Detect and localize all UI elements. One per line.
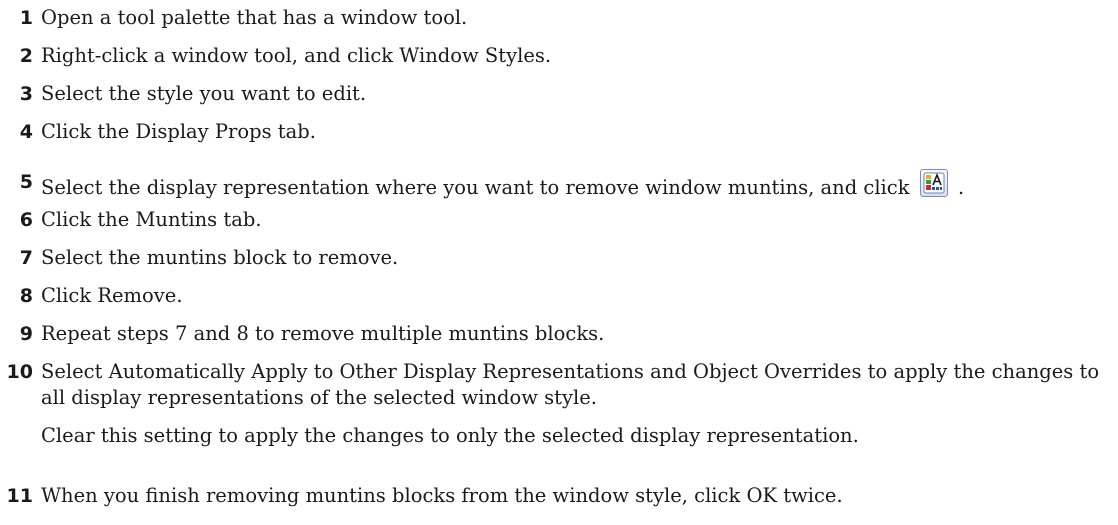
step-text: Click Remove. [41, 284, 183, 307]
step-number: 2 [19, 45, 33, 67]
step-text: Click the Display Props tab. [41, 120, 316, 143]
step-number: 5 [19, 171, 33, 193]
step-text: Select Automatically Apply to Other Disp… [41, 360, 1100, 409]
step-text: Click the Muntins tab. [41, 208, 262, 231]
step-text: Select the muntins block to remove. [41, 246, 399, 269]
step-number: 9 [19, 323, 33, 345]
step-number: 1 [19, 7, 33, 29]
procedure-steps: 1 Open a tool palette that has a window … [0, 0, 1118, 525]
step-text-end: . [957, 176, 965, 199]
edit-display-properties-icon [919, 169, 948, 197]
step-text: When you finish removing muntins blocks … [41, 484, 843, 507]
step-text: Repeat steps 7 and 8 to remove multiple … [41, 322, 605, 345]
step-number: 6 [19, 209, 33, 231]
step-number: 10 [6, 361, 33, 383]
step-number: 7 [19, 247, 33, 269]
step-text: Select the display representation where … [41, 176, 910, 199]
step-text: Right-click a window tool, and click Win… [41, 44, 552, 67]
step-text: Select the style you want to edit. [41, 82, 367, 105]
step-number: 8 [19, 285, 33, 307]
step-10-note: Clear this setting to apply the changes … [41, 424, 859, 447]
step-number: 11 [6, 485, 33, 507]
step-text: Open a tool palette that has a window to… [41, 6, 468, 29]
step-number: 3 [19, 83, 33, 105]
step-number: 4 [19, 121, 33, 143]
